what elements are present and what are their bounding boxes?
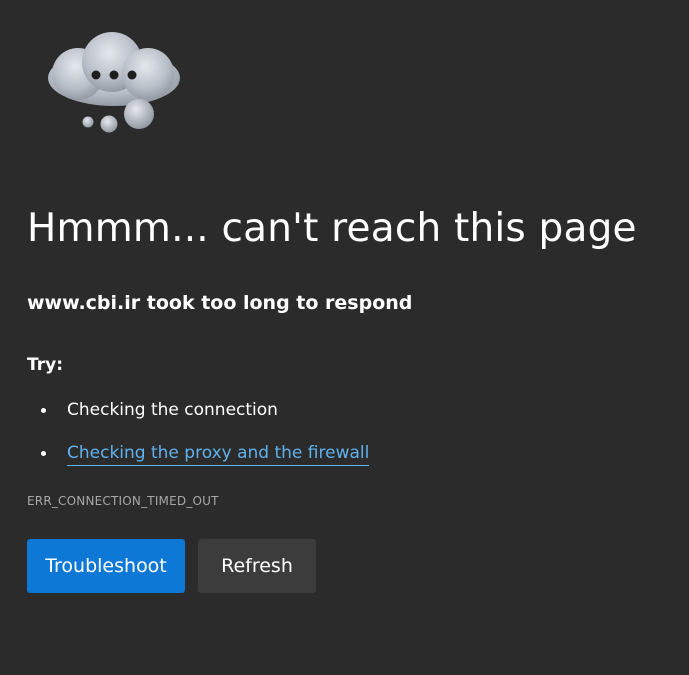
suggestion-check-connection: Checking the connection <box>67 400 278 420</box>
troubleshoot-button[interactable]: Troubleshoot <box>27 539 185 593</box>
suggestion-list: Checking the connection Checking the pro… <box>27 396 370 482</box>
suggestion-item: Checking the connection <box>27 396 369 439</box>
suggestion-item: Checking the proxy and the firewall <box>27 439 370 482</box>
cloud-thinking-icon <box>38 26 190 142</box>
error-subtitle: www.cbi.ir took too long to respond <box>27 292 413 314</box>
bullet-icon <box>41 408 46 413</box>
try-label: Try: <box>27 355 63 375</box>
refresh-button[interactable]: Refresh <box>198 539 316 593</box>
bullet-icon <box>41 451 46 456</box>
proxy-firewall-link[interactable]: Checking the proxy and the firewall <box>67 443 370 466</box>
page-title: Hmmm... can't reach this page <box>27 206 637 251</box>
error-page: Hmmm... can't reach this page www.cbi.ir… <box>0 0 689 675</box>
error-code: ERR_CONNECTION_TIMED_OUT <box>27 494 219 508</box>
